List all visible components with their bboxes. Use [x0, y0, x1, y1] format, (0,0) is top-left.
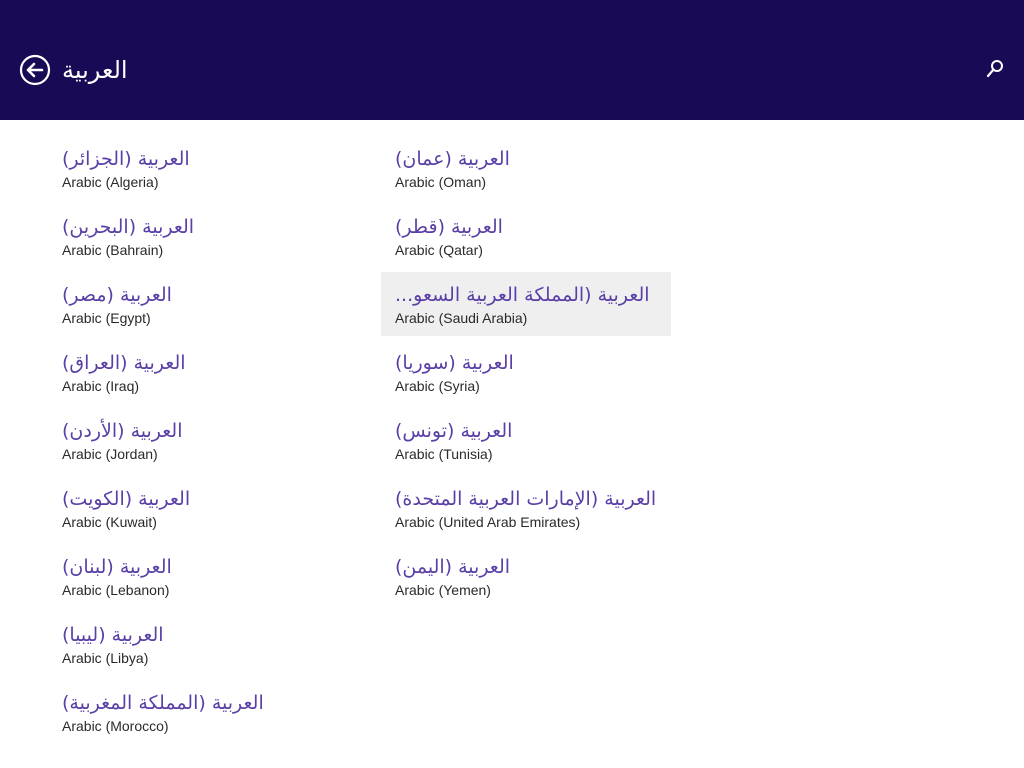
- language-item[interactable]: العربية (الأردن) Arabic (Jordan): [62, 418, 352, 482]
- language-item[interactable]: العربية (اليمن) Arabic (Yemen): [395, 554, 685, 618]
- language-native-name: العربية (العراق): [62, 352, 186, 374]
- language-native-name: العربية (المملكة المغربية): [62, 692, 264, 714]
- language-native-name: العربية (البحرين): [62, 216, 195, 238]
- language-english-name: Arabic (Lebanon): [62, 582, 170, 598]
- language-english-name: Arabic (Tunisia): [395, 446, 493, 462]
- search-icon: [986, 60, 1003, 78]
- language-native-name: العربية (الإمارات العربية المتحدة): [395, 488, 657, 510]
- language-english-name: Arabic (Algeria): [62, 174, 159, 190]
- language-english-name: Arabic (Bahrain): [62, 242, 164, 258]
- language-item[interactable]: العربية (عمان) Arabic (Oman): [395, 146, 685, 210]
- language-item[interactable]: العربية (الإمارات العربية المتحدة) Arabic…: [395, 486, 685, 550]
- language-item[interactable]: العربية (قطر) Arabic (Qatar): [395, 214, 685, 278]
- language-native-name: العربية (عمان): [395, 148, 510, 170]
- language-item[interactable]: العربية (سوريا) Arabic (Syria): [395, 350, 685, 414]
- language-native-name: العربية (مصر): [62, 284, 172, 306]
- language-english-name: Arabic (Egypt): [62, 310, 151, 326]
- language-english-name: Arabic (Syria): [395, 378, 480, 394]
- language-native-name: العربية (سوريا): [395, 352, 514, 374]
- language-native-name: العربية (الجزائر): [62, 148, 190, 170]
- language-native-name: العربية (اليمن): [395, 556, 511, 578]
- language-native-name: العربية (الأردن): [62, 420, 183, 442]
- search-button[interactable]: [984, 58, 1006, 80]
- language-english-name: Arabic (Kuwait): [62, 514, 157, 530]
- language-native-name: العربية (قطر): [395, 216, 503, 238]
- language-english-name: Arabic (Yemen): [395, 582, 491, 598]
- language-native-name: العربية (لبنان): [62, 556, 172, 578]
- language-native-name: العربية (الكويت): [62, 488, 191, 510]
- app-header: العربية: [0, 0, 1024, 120]
- language-native-name: العربية (تونس): [395, 420, 513, 442]
- language-english-name: Arabic (United Arab Emirates): [395, 514, 581, 530]
- language-item[interactable]: العربية (مصر) Arabic (Egypt): [62, 282, 352, 346]
- page-title: العربية: [62, 56, 128, 84]
- language-item[interactable]: العربية (المملكة المغربية) Arabic (Morocc…: [62, 690, 352, 754]
- language-item[interactable]: العربية (العراق) Arabic (Iraq): [62, 350, 352, 414]
- language-english-name: Arabic (Qatar): [395, 242, 483, 258]
- language-item[interactable]: العربية (الكويت) Arabic (Kuwait): [62, 486, 352, 550]
- language-english-name: Arabic (Saudi Arabia): [395, 310, 528, 326]
- language-native-name: ...العربية (المملكة العربية السعو: [395, 284, 650, 306]
- language-english-name: Arabic (Jordan): [62, 446, 158, 462]
- language-item[interactable]: العربية (تونس) Arabic (Tunisia): [395, 418, 685, 482]
- language-item[interactable]: ...العربية (المملكة العربية السعو Arabic …: [381, 272, 671, 336]
- back-arrow-circle-icon: [19, 54, 51, 86]
- language-item[interactable]: العربية (ليبيا) Arabic (Libya): [62, 622, 352, 686]
- language-item[interactable]: العربية (لبنان) Arabic (Lebanon): [62, 554, 352, 618]
- language-english-name: Arabic (Morocco): [62, 718, 169, 734]
- back-button[interactable]: [19, 54, 51, 86]
- language-english-name: Arabic (Libya): [62, 650, 149, 666]
- language-english-name: Arabic (Iraq): [62, 378, 140, 394]
- language-item[interactable]: العربية (البحرين) Arabic (Bahrain): [62, 214, 352, 278]
- language-native-name: العربية (ليبيا): [62, 624, 164, 646]
- language-english-name: Arabic (Oman): [395, 174, 487, 190]
- language-item[interactable]: العربية (الجزائر) Arabic (Algeria): [62, 146, 352, 210]
